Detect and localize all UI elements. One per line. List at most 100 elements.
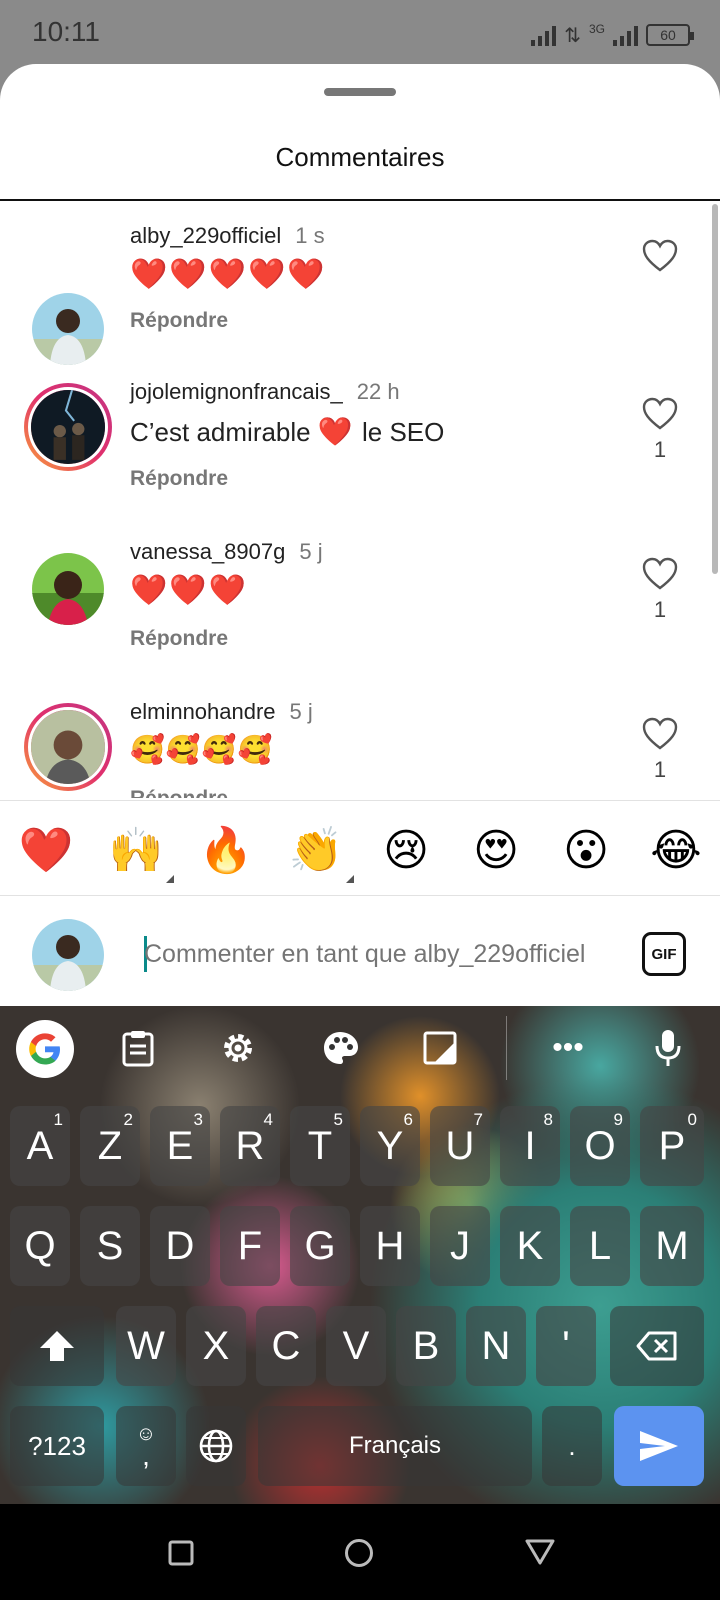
username[interactable]: elminnohandre [130, 699, 276, 724]
key-i[interactable]: I8 [500, 1106, 560, 1186]
key-apostrophe[interactable]: ' [536, 1306, 596, 1386]
like-heart-icon[interactable] [642, 239, 678, 273]
avatar-with-story[interactable] [24, 703, 112, 791]
signal-2-icon [613, 24, 638, 46]
username[interactable]: jojolemignonfrancais_ [130, 379, 343, 404]
emoji-quick-bar: ❤️ 🙌 🔥 👏 😢 😍 😮 😂 [0, 800, 720, 896]
key-f[interactable]: F [220, 1206, 280, 1286]
avatar-photo [31, 390, 105, 464]
symbols-key[interactable]: ?123 [10, 1406, 104, 1486]
emoji-heart-eyes-button[interactable]: 😍 [466, 823, 526, 879]
shift-key[interactable] [10, 1306, 104, 1386]
like-heart-icon[interactable] [642, 397, 678, 431]
key-j[interactable]: J [430, 1206, 490, 1286]
key-m[interactable]: M [640, 1206, 704, 1286]
key-c[interactable]: C [256, 1306, 316, 1386]
key-d[interactable]: D [150, 1206, 210, 1286]
one-handed-mode-icon[interactable] [418, 1026, 462, 1070]
emoji-fire-button[interactable]: 🔥 [196, 823, 256, 879]
emoji-cry-button[interactable]: 😢 [376, 823, 436, 879]
comment-item: jojolemignonfrancais_ 22 h C’est admirabl… [0, 359, 720, 519]
reply-button[interactable]: Répondre [130, 787, 228, 798]
like-heart-icon[interactable] [642, 717, 678, 751]
key-e[interactable]: E3 [150, 1106, 210, 1186]
key-z[interactable]: Z2 [80, 1106, 140, 1186]
gear-icon[interactable] [216, 1026, 260, 1070]
timestamp: 22 h [356, 379, 400, 404]
comma-emoji-key[interactable]: ☺ , [116, 1406, 176, 1486]
key-q[interactable]: Q [10, 1206, 70, 1286]
avatar[interactable] [32, 553, 104, 625]
key-label: E [166, 1123, 194, 1168]
avatar[interactable] [32, 293, 104, 365]
key-t[interactable]: T5 [290, 1106, 350, 1186]
key-hint: 1 [53, 1110, 63, 1129]
reply-button[interactable]: Répondre [130, 309, 228, 333]
status-icons: ⇅ 3G 60 [531, 18, 694, 47]
drag-handle[interactable] [324, 88, 396, 96]
emoji-raised-hands-button[interactable]: 🙌 [106, 823, 174, 883]
comment-text: ❤️❤️❤️ [130, 574, 249, 607]
key-y[interactable]: Y6 [360, 1106, 420, 1186]
key-u[interactable]: U7 [430, 1106, 490, 1186]
key-n[interactable]: N [466, 1306, 526, 1386]
comment-input[interactable] [144, 932, 614, 976]
like-heart-icon[interactable] [642, 557, 678, 591]
key-label: Y [376, 1123, 404, 1168]
emoji-heart-button[interactable]: ❤️ [16, 823, 76, 879]
key-hint: 5 [333, 1110, 343, 1129]
comment-item: elminnohandre 5 j 🥰🥰🥰🥰 Répondre 1 [0, 679, 720, 798]
key-a[interactable]: A1 [10, 1106, 70, 1186]
emoji-laugh-button[interactable]: 😂 [646, 823, 706, 879]
google-icon[interactable] [16, 1020, 74, 1078]
key-s[interactable]: S [80, 1206, 140, 1286]
palette-icon[interactable] [318, 1026, 362, 1070]
key-h[interactable]: H [360, 1206, 420, 1286]
avatar-photo [32, 919, 104, 991]
period-key[interactable]: . [542, 1406, 602, 1486]
microphone-icon[interactable] [646, 1026, 690, 1070]
key-x[interactable]: X [186, 1306, 246, 1386]
send-arrow-icon [640, 1431, 678, 1461]
key-o[interactable]: O9 [570, 1106, 630, 1186]
clipboard-icon[interactable] [116, 1026, 160, 1070]
home-circle-icon[interactable] [344, 1538, 374, 1568]
more-options-icon[interactable]: ••• [546, 1026, 590, 1070]
username[interactable]: alby_229officiel [130, 223, 281, 248]
username[interactable]: vanessa_8907g [130, 539, 285, 564]
backspace-key[interactable] [610, 1306, 704, 1386]
key-label: A [26, 1123, 54, 1168]
comment-text: 🥰🥰🥰🥰 [130, 734, 274, 765]
key-g[interactable]: G [290, 1206, 350, 1286]
timestamp: 5 j [299, 539, 323, 564]
key-hint: 7 [473, 1110, 483, 1129]
key-l[interactable]: L [570, 1206, 630, 1286]
avatar-with-story[interactable] [24, 383, 112, 471]
toolbar-divider [506, 1016, 507, 1080]
back-triangle-icon[interactable] [524, 1538, 556, 1566]
data-arrows-icon: ⇅ [564, 25, 581, 47]
comment-item: vanessa_8907g 5 j ❤️❤️❤️ Répondre 1 [0, 519, 720, 679]
key-k[interactable]: K [500, 1206, 560, 1286]
globe-icon [199, 1429, 233, 1463]
gif-button[interactable]: GIF [642, 932, 686, 976]
key-b[interactable]: B [396, 1306, 456, 1386]
network-type: 3G [588, 22, 605, 36]
space-key[interactable]: Français [258, 1406, 532, 1486]
key-v[interactable]: V [326, 1306, 386, 1386]
own-avatar [32, 919, 104, 991]
comment-text-part: le SEO [361, 417, 445, 447]
send-key[interactable] [614, 1406, 704, 1486]
key-w[interactable]: W [116, 1306, 176, 1386]
sheet-title: Commentaires [275, 142, 445, 172]
avatar-photo [31, 710, 105, 784]
reply-button[interactable]: Répondre [130, 627, 228, 651]
reply-button[interactable]: Répondre [130, 467, 228, 491]
recents-square-icon[interactable] [168, 1540, 194, 1566]
emoji-clap-button[interactable]: 👏 [286, 823, 354, 883]
language-key[interactable] [186, 1406, 246, 1486]
key-label: T [307, 1123, 333, 1168]
key-p[interactable]: P0 [640, 1106, 704, 1186]
key-r[interactable]: R4 [220, 1106, 280, 1186]
emoji-surprised-button[interactable]: 😮 [556, 823, 616, 879]
